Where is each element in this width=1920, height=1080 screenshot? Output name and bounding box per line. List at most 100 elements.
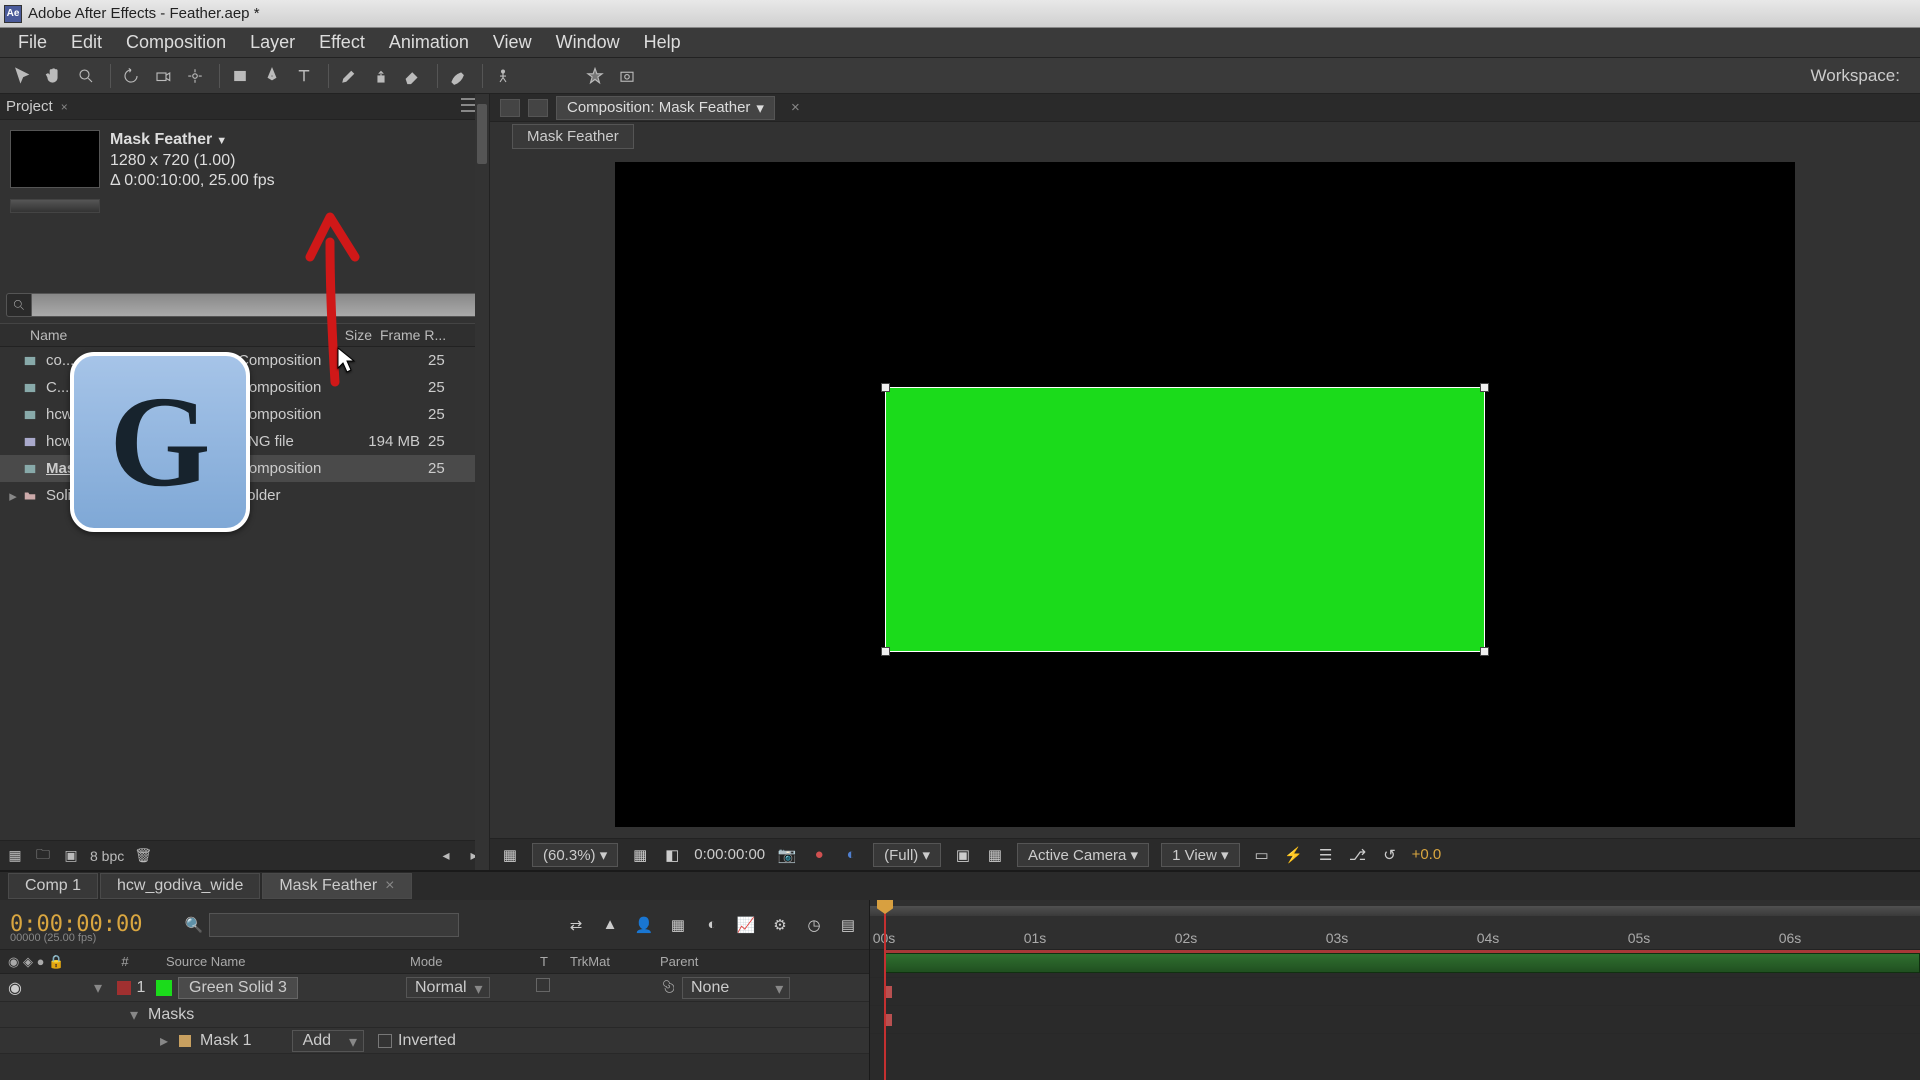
fast-preview-icon[interactable]: ⚡ bbox=[1284, 846, 1304, 864]
snapshot-icon[interactable]: 📷 bbox=[777, 846, 797, 864]
type-tool-icon[interactable] bbox=[290, 62, 318, 90]
mask-handle-top-right[interactable] bbox=[1480, 383, 1489, 392]
layer-row[interactable]: ◉ ▾ 1 Green Solid 3 Normal None bbox=[0, 974, 869, 1002]
menu-window[interactable]: Window bbox=[544, 28, 632, 57]
time-ruler[interactable]: 00s 01s 02s 03s 04s 05s 06s bbox=[870, 900, 1920, 950]
new-folder-icon[interactable]: 🗀 bbox=[34, 847, 52, 865]
col-source[interactable]: Source Name bbox=[160, 954, 410, 969]
rotation-tool-icon[interactable] bbox=[117, 62, 145, 90]
comp-name[interactable]: Mask Feather bbox=[110, 131, 212, 148]
mask1-track[interactable] bbox=[870, 1006, 1920, 1034]
exposure-reset-icon[interactable]: ↺ bbox=[1380, 846, 1400, 864]
twirl-right-icon[interactable]: ▸ bbox=[160, 1031, 178, 1051]
motion-blur-icon[interactable]: ◐ bbox=[701, 914, 723, 936]
clone-stamp-tool-icon[interactable] bbox=[367, 62, 395, 90]
comp-mini-flowchart-icon[interactable]: ⇄ bbox=[565, 914, 587, 936]
col-trkmat[interactable]: TrkMat bbox=[570, 954, 660, 969]
col-parent[interactable]: Parent bbox=[660, 954, 780, 969]
color-mgmt-icon[interactable]: ◐ bbox=[841, 846, 861, 864]
bpc-label[interactable]: 8 bpc bbox=[90, 848, 124, 864]
interpret-footage-icon[interactable]: ▦ bbox=[6, 847, 24, 865]
timeline-tab[interactable]: hcw_godiva_wide bbox=[100, 873, 260, 899]
eraser-tool-icon[interactable] bbox=[399, 62, 427, 90]
timeline-icon[interactable]: ☰ bbox=[1316, 846, 1336, 864]
camera-dropdown[interactable]: Active Camera ▾ bbox=[1017, 843, 1149, 867]
workspace-label[interactable]: Workspace: bbox=[1811, 66, 1900, 86]
blend-mode-dropdown[interactable]: Normal bbox=[406, 977, 490, 998]
comp-subtab[interactable]: Mask Feather bbox=[512, 124, 634, 149]
pen-tool-icon[interactable] bbox=[258, 62, 286, 90]
graph-toggle-icon[interactable]: ▤ bbox=[837, 914, 859, 936]
menu-effect[interactable]: Effect bbox=[307, 28, 377, 57]
viewer-lock-icon[interactable] bbox=[500, 99, 520, 117]
hand-tool-icon[interactable] bbox=[40, 62, 68, 90]
channel-icon[interactable]: ● bbox=[809, 846, 829, 864]
twirl-icon[interactable]: ▸ bbox=[6, 487, 20, 505]
chevron-down-icon[interactable]: ▼ bbox=[216, 135, 227, 147]
mask-handle-bottom-left[interactable] bbox=[881, 647, 890, 656]
layer-label-color[interactable] bbox=[117, 981, 131, 995]
rectangle-tool-icon[interactable] bbox=[226, 62, 254, 90]
brainstorm-icon[interactable]: ⚙ bbox=[769, 914, 791, 936]
layer-track[interactable] bbox=[870, 950, 1920, 978]
preserve-transparency-checkbox[interactable] bbox=[536, 978, 550, 992]
timeline-track-area[interactable]: 00s 01s 02s 03s 04s 05s 06s bbox=[870, 900, 1920, 1080]
shy-icon[interactable]: 👤 bbox=[633, 914, 655, 936]
selection-tool-icon[interactable] bbox=[8, 62, 36, 90]
viewer-type-icon[interactable] bbox=[528, 99, 548, 117]
auto-keyframe-icon[interactable]: ◷ bbox=[803, 914, 825, 936]
col-size[interactable]: Size bbox=[310, 327, 380, 343]
brush-tool-icon[interactable] bbox=[335, 62, 363, 90]
col-frame-rate[interactable]: Frame R... bbox=[380, 327, 470, 343]
resolution-dropdown[interactable]: (Full) ▾ bbox=[873, 843, 941, 867]
mask-color-swatch[interactable] bbox=[178, 1034, 192, 1048]
menu-layer[interactable]: Layer bbox=[238, 28, 307, 57]
inverted-checkbox[interactable] bbox=[378, 1034, 392, 1048]
project-panel-tab[interactable]: Project × bbox=[0, 94, 489, 120]
parent-dropdown[interactable]: None bbox=[682, 977, 790, 999]
puppet-tool-icon[interactable] bbox=[489, 62, 517, 90]
mask-mode-dropdown[interactable]: Add bbox=[292, 1030, 364, 1052]
col-mode[interactable]: Mode bbox=[410, 954, 540, 969]
col-name[interactable]: Name bbox=[0, 327, 190, 343]
pixel-aspect-icon[interactable]: ▭ bbox=[1252, 846, 1272, 864]
magnification-icon[interactable]: ▦ bbox=[500, 846, 520, 864]
mask-name[interactable]: Mask 1 bbox=[200, 1032, 252, 1050]
close-icon[interactable]: × bbox=[61, 100, 68, 114]
pan-behind-tool-icon[interactable] bbox=[181, 62, 209, 90]
camera-tool-icon[interactable] bbox=[149, 62, 177, 90]
menu-animation[interactable]: Animation bbox=[377, 28, 481, 57]
zoom-tool-icon[interactable] bbox=[72, 62, 100, 90]
menu-composition[interactable]: Composition bbox=[114, 28, 238, 57]
timeline-tab[interactable]: Comp 1 bbox=[8, 873, 98, 899]
star-icon[interactable] bbox=[581, 62, 609, 90]
viewer-timecode[interactable]: 0:00:00:00 bbox=[694, 846, 765, 863]
layer-bar[interactable] bbox=[884, 953, 1920, 973]
composition-dropdown[interactable]: Composition: Mask Feather▾ bbox=[556, 96, 775, 120]
roi-icon[interactable]: ▣ bbox=[953, 846, 973, 864]
menu-view[interactable]: View bbox=[481, 28, 544, 57]
grid-icon[interactable]: ▦ bbox=[630, 846, 650, 864]
frame-blend-icon[interactable]: ▦ bbox=[667, 914, 689, 936]
menu-edit[interactable]: Edit bbox=[59, 28, 114, 57]
timeline-search-input[interactable] bbox=[209, 913, 459, 937]
current-time-indicator[interactable] bbox=[884, 900, 886, 1080]
masks-group-row[interactable]: ▾ Masks bbox=[0, 1002, 869, 1028]
exposure-value[interactable]: +0.0 bbox=[1412, 846, 1442, 863]
twirl-down-icon[interactable]: ▾ bbox=[130, 1005, 148, 1025]
search-icon[interactable]: 🔍 bbox=[184, 916, 203, 934]
mask-toggle-icon[interactable]: ◧ bbox=[662, 846, 682, 864]
draft-3d-icon[interactable]: ▲ bbox=[599, 914, 621, 936]
layer-visibility-icon[interactable]: ◉ bbox=[0, 978, 90, 998]
trash-icon[interactable]: 🗑 bbox=[134, 847, 152, 865]
green-solid-layer[interactable] bbox=[885, 387, 1485, 652]
twirl-down-icon[interactable]: ▾ bbox=[90, 978, 106, 998]
pickwhip-icon[interactable] bbox=[656, 979, 674, 997]
transparency-grid-icon[interactable]: ▦ bbox=[985, 846, 1005, 864]
roto-brush-tool-icon[interactable] bbox=[444, 62, 472, 90]
mask-handle-top-left[interactable] bbox=[881, 383, 890, 392]
masks-track[interactable] bbox=[870, 978, 1920, 1006]
mask-handle-bottom-right[interactable] bbox=[1480, 647, 1489, 656]
project-scrollbar[interactable] bbox=[475, 347, 489, 840]
new-comp-icon[interactable]: ▣ bbox=[62, 847, 80, 865]
